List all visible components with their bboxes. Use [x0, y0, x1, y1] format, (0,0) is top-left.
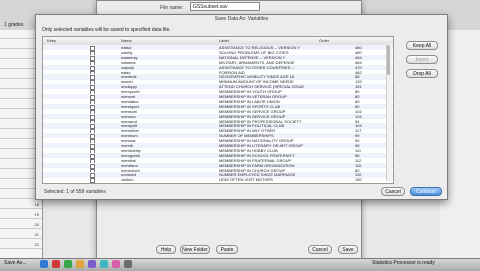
variable-order: 150	[355, 177, 362, 183]
paste-button[interactable]: Paste	[216, 245, 238, 254]
app-icon[interactable]	[76, 260, 84, 268]
column-header-label[interactable]: Label	[219, 37, 229, 45]
instruction-text: Only selected variables will be saved to…	[42, 27, 171, 33]
keep-checkbox[interactable]	[90, 178, 95, 183]
app-icon[interactable]	[100, 260, 108, 268]
selection-status: Selected: 1 of 559 variables	[44, 189, 106, 195]
app-icon[interactable]	[64, 260, 72, 268]
status-text: Statistics Processor is ready	[372, 260, 435, 266]
row-number: 18	[0, 200, 42, 209]
finder-icon[interactable]	[40, 260, 48, 268]
table-body: natsci ASSISTANCE TO RELIGIOUS -- VERSION…	[43, 45, 393, 183]
cancel-save-button[interactable]: Cancel	[308, 245, 332, 254]
keep-all-button[interactable]: Keep All	[406, 41, 438, 50]
cancel-button[interactable]: Cancel	[381, 187, 405, 196]
variable-name: visitmo	[121, 177, 134, 183]
new-folder-button[interactable]: New Folder	[180, 245, 210, 254]
invert-button[interactable]: Invert	[406, 55, 438, 64]
row-number: 22	[0, 240, 42, 249]
dataset-tab[interactable]: 1 grades	[4, 22, 23, 28]
app-icon[interactable]	[88, 260, 96, 268]
table-row[interactable]: visitmo HOW OFTEN VISIT MOTHER 150	[43, 177, 393, 183]
row-number: 21	[0, 230, 42, 239]
column-header-keep[interactable]: Keep	[47, 37, 56, 45]
dialog-title: Save Data As: Variables	[214, 16, 269, 22]
app-icon[interactable]	[52, 260, 60, 268]
app-icon[interactable]	[112, 260, 120, 268]
save-button[interactable]: Save	[338, 245, 358, 254]
filename-label: File name:	[160, 5, 184, 11]
variable-label: HOW OFTEN VISIT MOTHER	[219, 177, 273, 183]
save-as-menu-label: Save As...	[4, 260, 27, 266]
row-number: 20	[0, 220, 42, 229]
drop-all-button[interactable]: Drop All	[406, 69, 438, 78]
scrollbar-thumb[interactable]	[387, 45, 390, 75]
filename-input[interactable]: GSSsubset.sav	[190, 2, 260, 11]
column-header-name[interactable]: Name	[121, 37, 132, 45]
column-header-order[interactable]: Order	[319, 37, 329, 45]
variables-table: Keep Name Label Order natsci ASSISTANCE T…	[42, 36, 394, 184]
row-number: 19	[0, 210, 42, 219]
app-icon[interactable]	[124, 260, 132, 268]
variables-dialog: Save Data As: Variables Only selected va…	[35, 14, 448, 200]
continue-button[interactable]: Continue	[410, 187, 442, 196]
help-button[interactable]: Help	[156, 245, 176, 254]
